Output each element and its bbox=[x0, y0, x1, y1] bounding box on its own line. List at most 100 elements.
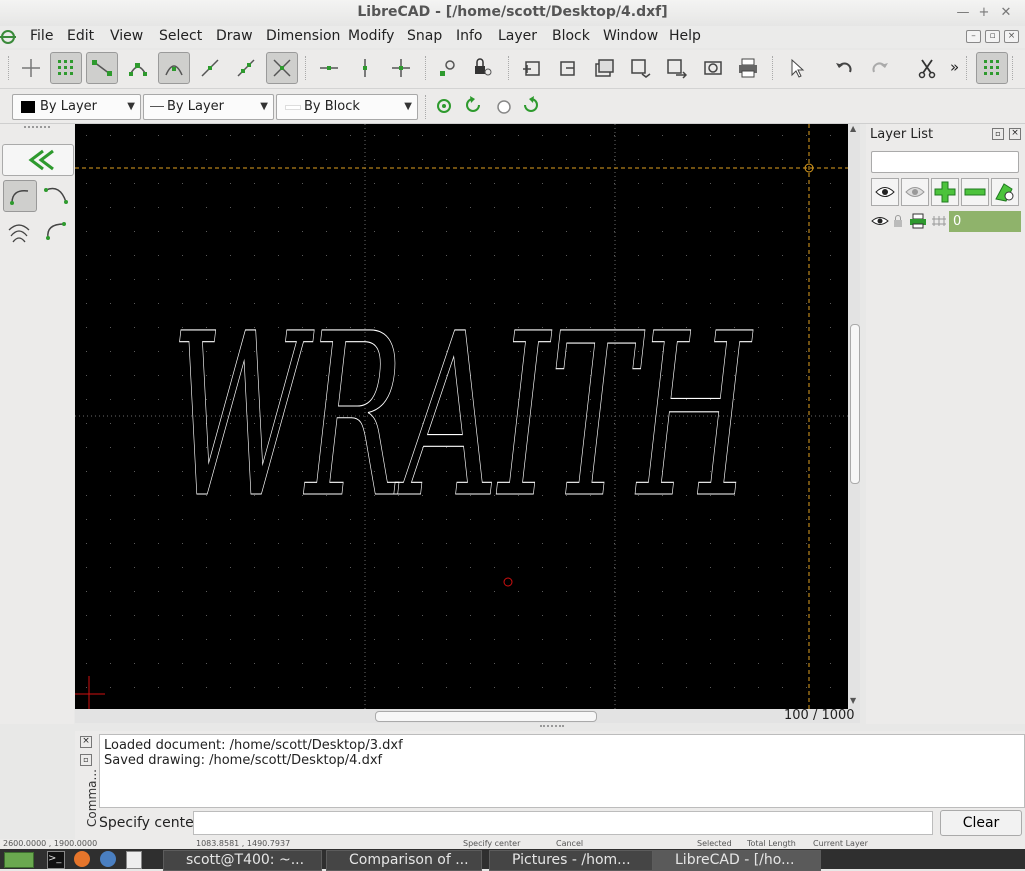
edit-layer-button[interactable] bbox=[991, 178, 1019, 206]
width-swatch bbox=[285, 105, 301, 110]
task-firefox[interactable]: Comparison of ... bbox=[326, 850, 482, 871]
vertical-scroll-thumb[interactable] bbox=[850, 324, 860, 484]
remove-layer-button[interactable] bbox=[961, 178, 989, 206]
command-input[interactable] bbox=[193, 811, 933, 835]
scroll-up-icon[interactable]: ▲ bbox=[850, 124, 856, 133]
menu-select[interactable]: Select bbox=[159, 28, 202, 44]
menu-draw[interactable]: Draw bbox=[216, 28, 253, 44]
vertical-scrollbar[interactable]: ▲ ▼ bbox=[848, 124, 860, 709]
layer-filter-input[interactable] bbox=[871, 151, 1019, 173]
float-panel-icon[interactable]: ▫ bbox=[992, 128, 1004, 140]
block-insert-icon[interactable] bbox=[553, 54, 581, 82]
start-menu-icon[interactable] bbox=[4, 852, 34, 868]
task-pictures[interactable]: Pictures - /hom... bbox=[489, 850, 653, 871]
pen-width-select[interactable]: By Block ▼ bbox=[276, 94, 418, 120]
snap-center-icon[interactable] bbox=[158, 52, 190, 84]
rotate-ccw-icon[interactable] bbox=[463, 95, 483, 115]
toolbar-overflow-button[interactable]: » bbox=[950, 58, 959, 76]
layer-print-icon[interactable] bbox=[909, 213, 927, 229]
horizontal-scroll-thumb[interactable] bbox=[375, 711, 597, 722]
scroll-down-icon[interactable]: ▼ bbox=[850, 696, 856, 705]
menu-info[interactable]: Info bbox=[456, 28, 483, 44]
arc-3points-button[interactable] bbox=[3, 180, 37, 212]
drawing-canvas[interactable]: WRAITH bbox=[75, 124, 848, 709]
snap-distance-icon[interactable] bbox=[232, 54, 260, 82]
print-preview-icon[interactable] bbox=[699, 54, 727, 82]
cut-icon[interactable] bbox=[913, 54, 941, 82]
layer-name[interactable]: 0 bbox=[949, 211, 1021, 232]
arc-icon bbox=[10, 190, 29, 205]
close-command-icon[interactable]: × bbox=[80, 736, 92, 748]
print-icon[interactable] bbox=[734, 54, 762, 82]
task-librecad[interactable]: LibreCAD - [/ho... bbox=[652, 850, 821, 871]
panel-grip[interactable] bbox=[24, 126, 50, 130]
command-prompt-label: Specify center bbox=[99, 815, 200, 831]
menu-layer[interactable]: Layer bbox=[498, 28, 537, 44]
snap-endpoints-icon[interactable] bbox=[86, 52, 118, 84]
arc-concentric-button[interactable] bbox=[3, 216, 35, 246]
close-icon[interactable]: ✕ bbox=[998, 5, 1014, 21]
hide-all-layers-button[interactable] bbox=[901, 178, 929, 206]
menu-file[interactable]: File bbox=[30, 28, 53, 44]
mdi-restore-icon[interactable]: ▫ bbox=[985, 30, 1000, 43]
maximize-icon[interactable]: + bbox=[976, 5, 992, 21]
layer-row[interactable]: 0 bbox=[871, 211, 1021, 232]
snap-grid-icon[interactable] bbox=[50, 52, 82, 84]
redo-icon[interactable] bbox=[866, 54, 894, 82]
horizontal-scrollbar[interactable]: 100 / 1000 bbox=[75, 709, 860, 723]
grid-spacing-label: 100 / 1000 bbox=[784, 709, 860, 723]
clear-button[interactable]: Clear bbox=[940, 810, 1022, 836]
firefox-launcher-icon[interactable] bbox=[74, 851, 90, 867]
select-pointer-icon[interactable] bbox=[783, 54, 811, 82]
snap-intersection-icon[interactable] bbox=[266, 52, 298, 84]
grid-toggle-icon[interactable] bbox=[976, 52, 1008, 84]
float-command-icon[interactable]: ▫ bbox=[80, 754, 92, 766]
wraith-outline-text: WRAITH bbox=[171, 286, 753, 548]
task-terminal[interactable]: scott@T400: ~... bbox=[163, 850, 322, 871]
menu-modify[interactable]: Modify bbox=[348, 28, 394, 44]
undo-icon[interactable] bbox=[830, 54, 858, 82]
snap-on-entity-icon[interactable] bbox=[124, 54, 152, 82]
menu-view[interactable]: View bbox=[110, 28, 143, 44]
terminal-launcher-icon[interactable]: >_ bbox=[47, 851, 65, 869]
layer-visible-icon[interactable] bbox=[871, 214, 889, 228]
back-button[interactable] bbox=[2, 144, 74, 176]
menu-snap[interactable]: Snap bbox=[407, 28, 442, 44]
lock-relative-zero-icon[interactable] bbox=[468, 54, 496, 82]
layer-construction-icon[interactable] bbox=[931, 214, 947, 228]
arc-tangent-button[interactable] bbox=[40, 216, 72, 246]
thunderbird-launcher-icon[interactable] bbox=[100, 851, 116, 867]
mdi-minimize-icon[interactable]: – bbox=[966, 30, 981, 43]
snap-circle-icon[interactable] bbox=[435, 97, 453, 115]
menu-help[interactable]: Help bbox=[669, 28, 701, 44]
circle-radio-icon[interactable] bbox=[495, 98, 513, 116]
rotate-cw-icon[interactable] bbox=[521, 95, 541, 115]
snap-free-icon[interactable] bbox=[17, 54, 45, 82]
show-all-layers-button[interactable] bbox=[871, 178, 899, 206]
restrict-vertical-icon[interactable] bbox=[351, 54, 379, 82]
dock-grip[interactable] bbox=[540, 725, 564, 729]
restrict-orthogonal-icon[interactable] bbox=[387, 54, 415, 82]
menu-window[interactable]: Window bbox=[603, 28, 658, 44]
close-panel-icon[interactable]: × bbox=[1009, 128, 1021, 140]
minimize-icon[interactable]: — bbox=[955, 5, 971, 21]
text-editor-launcher-icon[interactable] bbox=[126, 851, 142, 869]
block-define-icon[interactable] bbox=[518, 54, 546, 82]
layer-add-icon[interactable] bbox=[590, 54, 618, 82]
mouse-right-action: Cancel bbox=[556, 839, 584, 848]
restrict-horizontal-icon[interactable] bbox=[315, 54, 343, 82]
add-layer-button[interactable] bbox=[931, 178, 959, 206]
relative-zero-icon[interactable] bbox=[434, 54, 462, 82]
snap-middle-icon[interactable] bbox=[196, 54, 224, 82]
drawing-svg: WRAITH bbox=[75, 124, 848, 709]
export-icon[interactable] bbox=[626, 54, 654, 82]
pen-color-select[interactable]: By Layer ▼ bbox=[12, 94, 141, 120]
pen-linetype-select[interactable]: By Layer ▼ bbox=[143, 94, 274, 120]
layer-lock-icon[interactable] bbox=[891, 214, 905, 228]
import-icon[interactable] bbox=[662, 54, 690, 82]
menu-block[interactable]: Block bbox=[552, 28, 590, 44]
mdi-close-icon[interactable]: × bbox=[1004, 30, 1019, 43]
menu-edit[interactable]: Edit bbox=[67, 28, 94, 44]
arc-center-button[interactable] bbox=[40, 180, 72, 210]
menu-dimension[interactable]: Dimension bbox=[266, 28, 340, 44]
